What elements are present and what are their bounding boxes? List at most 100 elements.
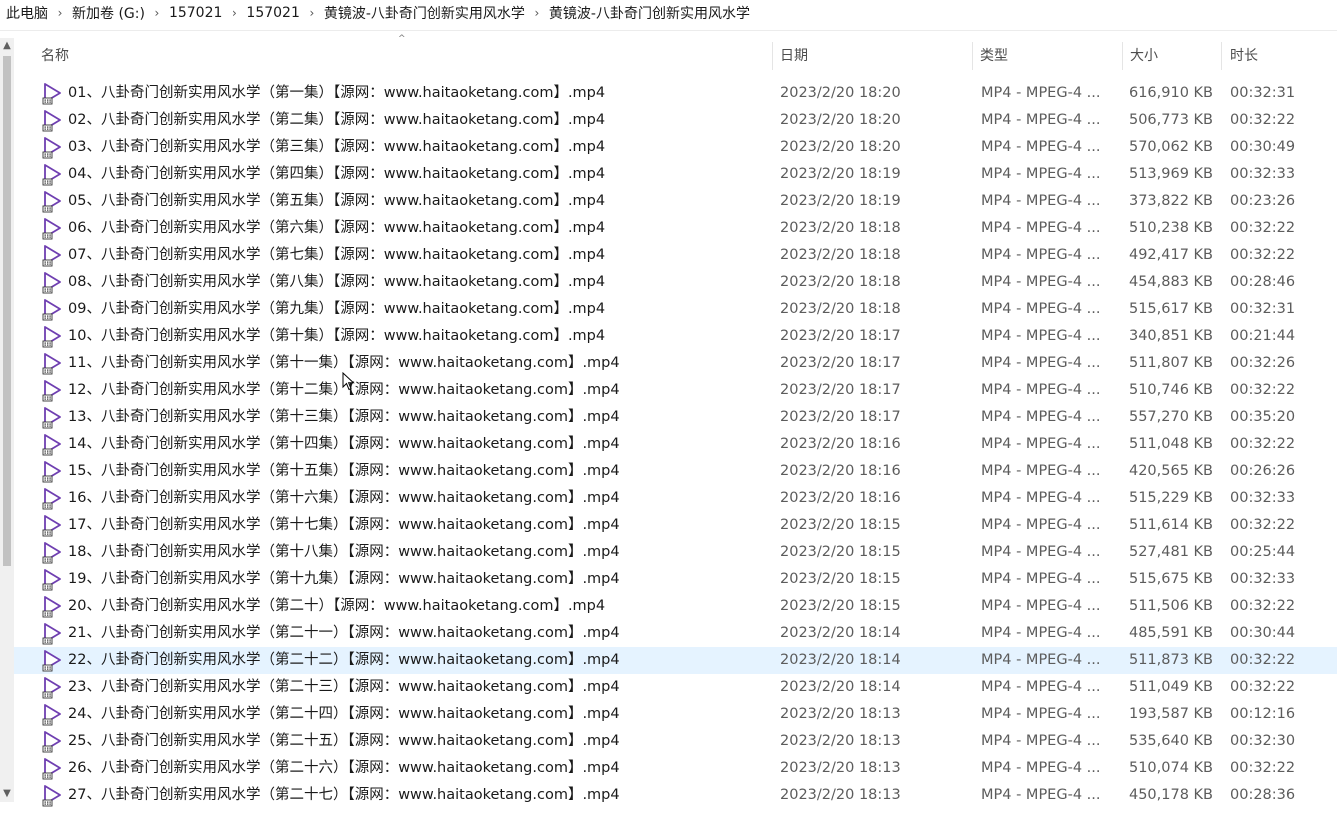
file-name: 16、八卦奇门创新实用风水学（第十六集）【源网：www.haitaoketang…: [68, 490, 620, 506]
file-size: 535,640 KB: [1128, 733, 1213, 749]
file-row[interactable]: 23、八卦奇门创新实用风水学（第二十三）【源网：www.haitaoketang…: [14, 674, 1337, 701]
file-name: 26、八卦奇门创新实用风水学（第二十六）【源网：www.haitaoketang…: [68, 760, 620, 776]
file-row[interactable]: 27、八卦奇门创新实用风水学（第二十七）【源网：www.haitaoketang…: [14, 782, 1337, 809]
column-header-size[interactable]: 大小: [1130, 40, 1158, 72]
file-duration: 00:32:22: [1230, 247, 1296, 263]
scroll-down-arrow-icon[interactable]: ▼: [0, 786, 14, 802]
scroll-up-arrow-icon[interactable]: ▲: [0, 38, 14, 54]
file-row[interactable]: 04、八卦奇门创新实用风水学（第四集）【源网：www.haitaoketang.…: [14, 161, 1337, 188]
file-row[interactable]: 20、八卦奇门创新实用风水学（第二十）【源网：www.haitaoketang.…: [14, 593, 1337, 620]
file-row[interactable]: 08、八卦奇门创新实用风水学（第八集）【源网：www.haitaoketang.…: [14, 269, 1337, 296]
file-size: 511,049 KB: [1128, 679, 1213, 695]
file-duration: 00:21:44: [1230, 328, 1296, 344]
file-row[interactable]: 17、八卦奇门创新实用风水学（第十七集）【源网：www.haitaoketang…: [14, 512, 1337, 539]
file-row[interactable]: 21、八卦奇门创新实用风水学（第二十一）【源网：www.haitaoketang…: [14, 620, 1337, 647]
file-size: 510,074 KB: [1128, 760, 1213, 776]
file-date: 2023/2/20 18:17: [780, 409, 901, 425]
breadcrumb-separator-icon[interactable]: ›: [224, 6, 244, 20]
file-name: 25、八卦奇门创新实用风水学（第二十五）【源网：www.haitaoketang…: [68, 733, 620, 749]
file-name: 20、八卦奇门创新实用风水学（第二十）【源网：www.haitaoketang.…: [68, 598, 606, 614]
video-file-icon: [42, 83, 62, 105]
file-type: MP4 - MPEG-4 ...: [981, 706, 1101, 722]
file-row[interactable]: 22、八卦奇门创新实用风水学（第二十二）【源网：www.haitaoketang…: [14, 647, 1337, 674]
file-row[interactable]: 03、八卦奇门创新实用风水学（第三集）【源网：www.haitaoketang.…: [14, 134, 1337, 161]
file-type: MP4 - MPEG-4 ...: [981, 787, 1101, 803]
vertical-scrollbar[interactable]: ▲ ▼: [0, 38, 14, 802]
file-row[interactable]: 15、八卦奇门创新实用风水学（第十五集）【源网：www.haitaoketang…: [14, 458, 1337, 485]
breadcrumb-item[interactable]: 此电脑: [4, 3, 50, 23]
file-row[interactable]: 01、八卦奇门创新实用风水学（第一集）【源网：www.haitaoketang.…: [14, 80, 1337, 107]
file-size: 510,746 KB: [1128, 382, 1213, 398]
breadcrumb-separator-icon[interactable]: ›: [302, 6, 322, 20]
file-name: 18、八卦奇门创新实用风水学（第十八集）【源网：www.haitaoketang…: [68, 544, 620, 560]
file-size: 193,587 KB: [1128, 706, 1213, 722]
file-date: 2023/2/20 18:15: [780, 598, 901, 614]
file-date: 2023/2/20 18:18: [780, 247, 901, 263]
file-duration: 00:32:26: [1230, 355, 1296, 371]
file-date: 2023/2/20 18:13: [780, 787, 901, 803]
file-row[interactable]: 19、八卦奇门创新实用风水学（第十九集）【源网：www.haitaoketang…: [14, 566, 1337, 593]
breadcrumb-item[interactable]: 157021: [167, 5, 224, 21]
file-name: 09、八卦奇门创新实用风水学（第九集）【源网：www.haitaoketang.…: [68, 301, 606, 317]
file-duration: 00:23:26: [1230, 193, 1296, 209]
file-type: MP4 - MPEG-4 ...: [981, 193, 1101, 209]
column-header-name[interactable]: 名称: [41, 40, 69, 72]
breadcrumb-item[interactable]: 157021: [244, 5, 301, 21]
video-file-icon: [42, 461, 62, 483]
file-row[interactable]: 05、八卦奇门创新实用风水学（第五集）【源网：www.haitaoketang.…: [14, 188, 1337, 215]
file-row[interactable]: 02、八卦奇门创新实用风水学（第二集）【源网：www.haitaoketang.…: [14, 107, 1337, 134]
file-row[interactable]: 07、八卦奇门创新实用风水学（第七集）【源网：www.haitaoketang.…: [14, 242, 1337, 269]
file-row[interactable]: 11、八卦奇门创新实用风水学（第十一集）【源网：www.haitaoketang…: [14, 350, 1337, 377]
file-type: MP4 - MPEG-4 ...: [981, 220, 1101, 236]
column-divider[interactable]: [972, 42, 973, 70]
file-date: 2023/2/20 18:20: [780, 85, 901, 101]
file-row[interactable]: 13、八卦奇门创新实用风水学（第十三集）【源网：www.haitaoketang…: [14, 404, 1337, 431]
divider: [0, 30, 1337, 31]
file-name: 07、八卦奇门创新实用风水学（第七集）【源网：www.haitaoketang.…: [68, 247, 606, 263]
file-name: 17、八卦奇门创新实用风水学（第十七集）【源网：www.haitaoketang…: [68, 517, 620, 533]
breadcrumb-item[interactable]: 黄镜波-八卦奇门创新实用风水学: [322, 3, 527, 23]
column-divider[interactable]: [772, 42, 773, 70]
file-row[interactable]: 14、八卦奇门创新实用风水学（第十四集）【源网：www.haitaoketang…: [14, 431, 1337, 458]
file-name: 23、八卦奇门创新实用风水学（第二十三）【源网：www.haitaoketang…: [68, 679, 620, 695]
breadcrumb-separator-icon[interactable]: ›: [527, 6, 547, 20]
breadcrumb-separator-icon[interactable]: ›: [147, 6, 167, 20]
file-row[interactable]: 25、八卦奇门创新实用风水学（第二十五）【源网：www.haitaoketang…: [14, 728, 1337, 755]
file-row[interactable]: 06、八卦奇门创新实用风水学（第六集）【源网：www.haitaoketang.…: [14, 215, 1337, 242]
file-type: MP4 - MPEG-4 ...: [981, 247, 1101, 263]
file-date: 2023/2/20 18:19: [780, 193, 901, 209]
video-file-icon: [42, 380, 62, 402]
column-header-duration[interactable]: 时长: [1230, 40, 1258, 72]
file-name: 06、八卦奇门创新实用风水学（第六集）【源网：www.haitaoketang.…: [68, 220, 606, 236]
file-type: MP4 - MPEG-4 ...: [981, 490, 1101, 506]
video-file-icon: [42, 164, 62, 186]
file-size: 511,506 KB: [1128, 598, 1213, 614]
file-date: 2023/2/20 18:13: [780, 733, 901, 749]
file-row[interactable]: 18、八卦奇门创新实用风水学（第十八集）【源网：www.haitaoketang…: [14, 539, 1337, 566]
breadcrumb-separator-icon[interactable]: ›: [50, 6, 70, 20]
file-row[interactable]: 10、八卦奇门创新实用风水学（第十集）【源网：www.haitaoketang.…: [14, 323, 1337, 350]
file-duration: 00:30:44: [1230, 625, 1296, 641]
breadcrumb-item[interactable]: 新加卷 (G:): [70, 3, 147, 23]
file-row[interactable]: 16、八卦奇门创新实用风水学（第十六集）【源网：www.haitaoketang…: [14, 485, 1337, 512]
video-file-icon: [42, 731, 62, 753]
file-row[interactable]: 09、八卦奇门创新实用风水学（第九集）【源网：www.haitaoketang.…: [14, 296, 1337, 323]
video-file-icon: [42, 218, 62, 240]
column-divider[interactable]: [1122, 42, 1123, 70]
column-divider[interactable]: [1221, 42, 1222, 70]
scrollbar-thumb[interactable]: [3, 56, 11, 566]
file-size: 527,481 KB: [1128, 544, 1213, 560]
file-size: 485,591 KB: [1128, 625, 1213, 641]
column-header-date[interactable]: 日期: [780, 40, 808, 72]
file-date: 2023/2/20 18:16: [780, 436, 901, 452]
breadcrumb-item[interactable]: 黄镜波-八卦奇门创新实用风水学: [547, 3, 752, 23]
file-row[interactable]: 12、八卦奇门创新实用风水学（第十二集）【源网：www.haitaoketang…: [14, 377, 1337, 404]
file-row[interactable]: 26、八卦奇门创新实用风水学（第二十六）【源网：www.haitaoketang…: [14, 755, 1337, 782]
file-row[interactable]: 24、八卦奇门创新实用风水学（第二十四）【源网：www.haitaoketang…: [14, 701, 1337, 728]
file-duration: 00:32:30: [1230, 733, 1296, 749]
file-duration: 00:32:22: [1230, 679, 1296, 695]
column-header-type[interactable]: 类型: [980, 40, 1008, 72]
file-type: MP4 - MPEG-4 ...: [981, 139, 1101, 155]
file-date: 2023/2/20 18:20: [780, 139, 901, 155]
file-name: 21、八卦奇门创新实用风水学（第二十一）【源网：www.haitaoketang…: [68, 625, 620, 641]
